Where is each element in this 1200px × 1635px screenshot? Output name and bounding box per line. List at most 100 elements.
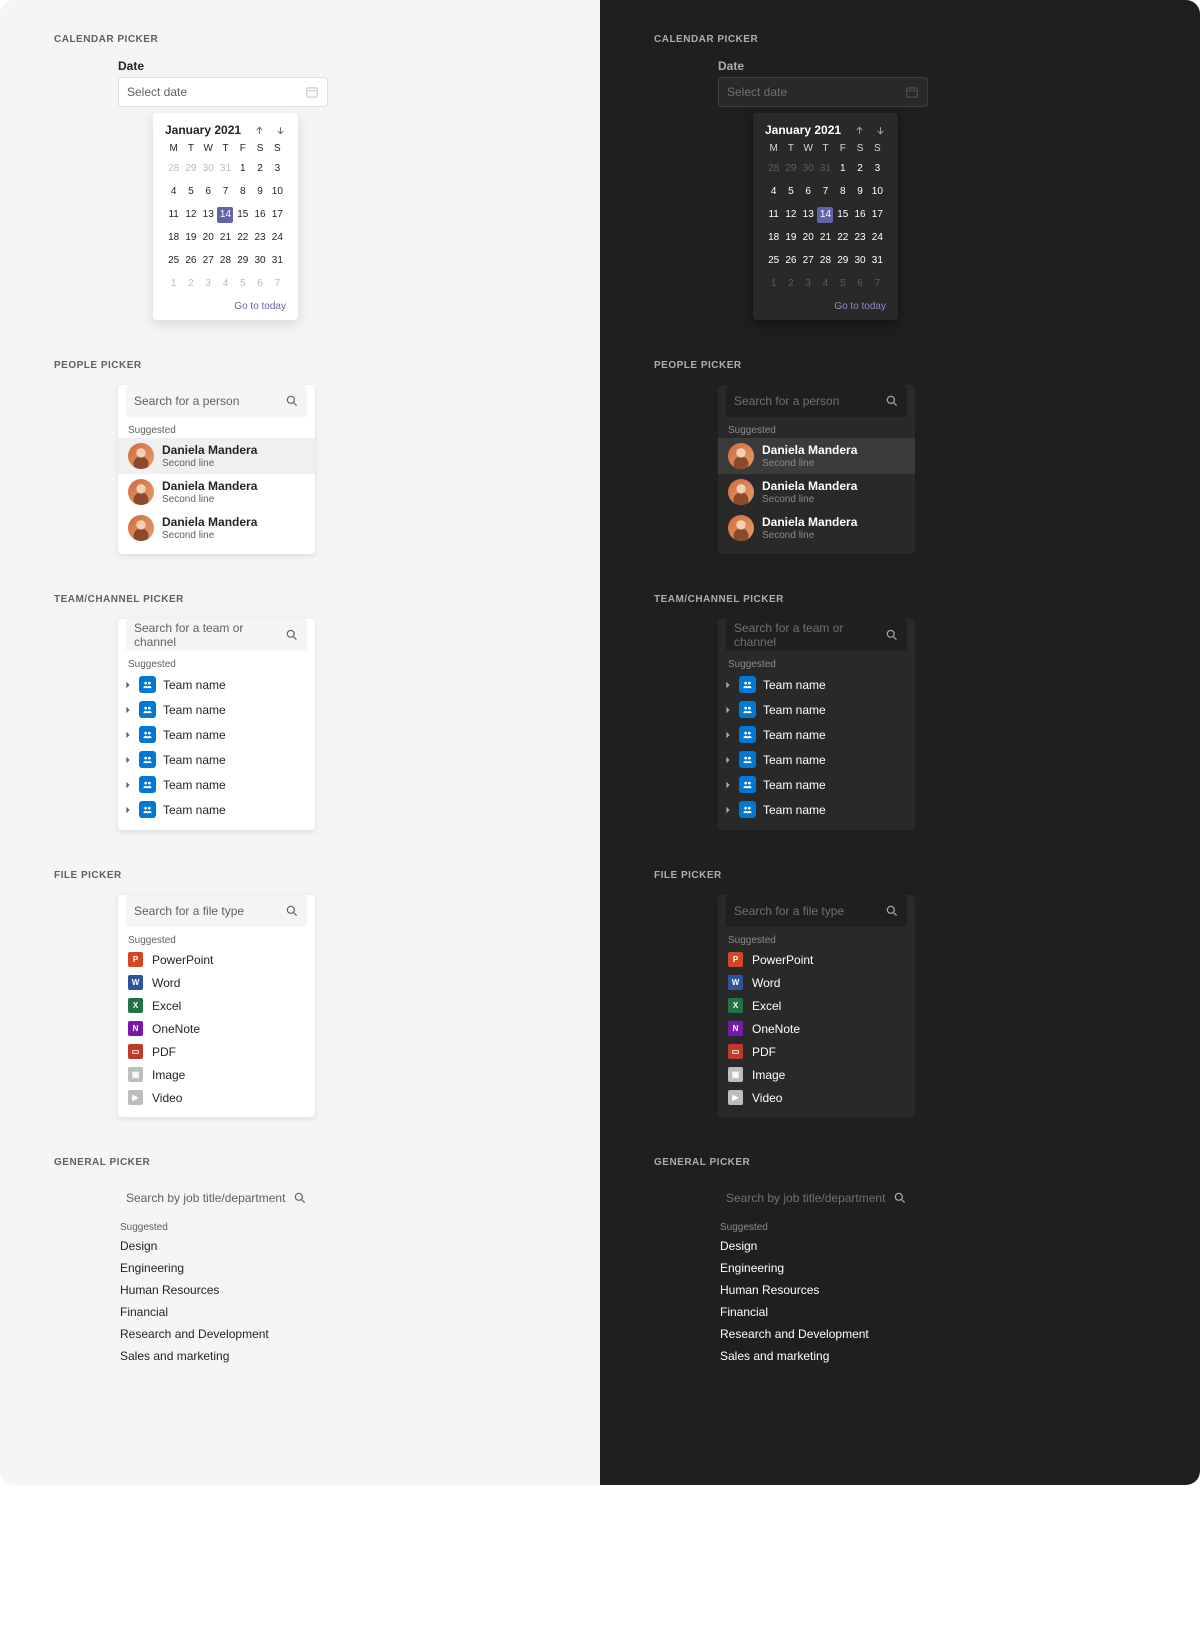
calendar-day[interactable]: 31	[817, 161, 833, 177]
calendar-day[interactable]: 16	[852, 207, 868, 223]
general-item[interactable]: Human Resources	[718, 1279, 915, 1301]
calendar-day[interactable]: 27	[800, 253, 816, 269]
calendar-month[interactable]: January 2021	[165, 123, 241, 137]
calendar-day[interactable]: 2	[183, 276, 199, 292]
person-item[interactable]: Daniela ManderaSecond line	[118, 510, 315, 546]
calendar-day[interactable]: 15	[235, 207, 251, 223]
team-item[interactable]: Team name	[718, 722, 915, 747]
person-item[interactable]: Daniela ManderaSecond line	[718, 510, 915, 546]
person-item[interactable]: Daniela ManderaSecond line	[718, 474, 915, 510]
general-item[interactable]: Design	[718, 1235, 915, 1257]
general-item[interactable]: Sales and marketing	[718, 1345, 915, 1367]
general-item[interactable]: Financial	[718, 1301, 915, 1323]
general-item[interactable]: Sales and marketing	[118, 1345, 315, 1367]
calendar-day[interactable]: 16	[252, 207, 268, 223]
calendar-month[interactable]: January 2021	[765, 123, 841, 137]
calendar-day[interactable]: 20	[800, 230, 816, 246]
calendar-day[interactable]: 26	[783, 253, 799, 269]
calendar-day[interactable]: 30	[252, 253, 268, 269]
calendar-day[interactable]: 28	[817, 253, 833, 269]
calendar-day[interactable]: 25	[166, 253, 182, 269]
calendar-day[interactable]: 12	[783, 207, 799, 223]
calendar-day[interactable]: 4	[817, 276, 833, 292]
date-input[interactable]: Select date	[718, 77, 928, 107]
calendar-day[interactable]: 28	[166, 161, 182, 177]
calendar-day[interactable]: 29	[235, 253, 251, 269]
calendar-day[interactable]: 7	[269, 276, 285, 292]
team-item[interactable]: Team name	[718, 672, 915, 697]
file-type-item[interactable]: ▣Image	[718, 1063, 915, 1086]
calendar-day[interactable]: 28	[217, 253, 233, 269]
team-item[interactable]: Team name	[118, 672, 315, 697]
calendar-day[interactable]: 17	[869, 207, 885, 223]
calendar-day[interactable]: 18	[166, 230, 182, 246]
calendar-day[interactable]: 30	[800, 161, 816, 177]
team-item[interactable]: Team name	[718, 772, 915, 797]
calendar-day[interactable]: 3	[269, 161, 285, 177]
general-item[interactable]: Engineering	[718, 1257, 915, 1279]
file-type-item[interactable]: XExcel	[118, 994, 315, 1017]
calendar-day[interactable]: 1	[166, 276, 182, 292]
calendar-day[interactable]: 2	[852, 161, 868, 177]
calendar-day[interactable]: 7	[869, 276, 885, 292]
calendar-day[interactable]: 28	[766, 161, 782, 177]
file-type-item[interactable]: PPowerPoint	[718, 948, 915, 971]
general-search-input[interactable]: Search by job title/department	[718, 1182, 915, 1214]
calendar-day[interactable]: 23	[252, 230, 268, 246]
arrow-down-icon[interactable]	[875, 125, 886, 136]
calendar-day[interactable]: 18	[766, 230, 782, 246]
team-item[interactable]: Team name	[118, 722, 315, 747]
person-item[interactable]: Daniela ManderaSecond line	[118, 474, 315, 510]
calendar-day[interactable]: 2	[252, 161, 268, 177]
calendar-day[interactable]: 31	[217, 161, 233, 177]
calendar-day[interactable]: 5	[835, 276, 851, 292]
file-type-item[interactable]: WWord	[118, 971, 315, 994]
arrow-down-icon[interactable]	[275, 125, 286, 136]
person-item[interactable]: Daniela ManderaSecond line	[718, 438, 915, 474]
calendar-day[interactable]: 9	[852, 184, 868, 200]
calendar-day[interactable]: 6	[252, 276, 268, 292]
calendar-day[interactable]: 21	[817, 230, 833, 246]
calendar-day[interactable]: 4	[166, 184, 182, 200]
calendar-day[interactable]: 31	[269, 253, 285, 269]
calendar-day[interactable]: 12	[183, 207, 199, 223]
calendar-day[interactable]: 22	[235, 230, 251, 246]
calendar-day[interactable]: 1	[835, 161, 851, 177]
team-item[interactable]: Team name	[118, 697, 315, 722]
team-search-input[interactable]: Search for a team or channel	[126, 619, 307, 651]
file-type-item[interactable]: ▶Video	[718, 1086, 915, 1109]
team-item[interactable]: Team name	[718, 747, 915, 772]
calendar-day[interactable]: 5	[235, 276, 251, 292]
calendar-day[interactable]: 22	[835, 230, 851, 246]
calendar-day[interactable]: 9	[252, 184, 268, 200]
calendar-day[interactable]: 6	[852, 276, 868, 292]
calendar-day[interactable]: 23	[852, 230, 868, 246]
calendar-day[interactable]: 5	[783, 184, 799, 200]
general-item[interactable]: Engineering	[118, 1257, 315, 1279]
general-item[interactable]: Design	[118, 1235, 315, 1257]
calendar-day[interactable]: 17	[269, 207, 285, 223]
calendar-day[interactable]: 4	[217, 276, 233, 292]
calendar-day[interactable]: 29	[835, 253, 851, 269]
arrow-up-icon[interactable]	[254, 125, 265, 136]
calendar-day[interactable]: 4	[766, 184, 782, 200]
people-search-input[interactable]: Search for a person	[726, 385, 907, 417]
team-item[interactable]: Team name	[718, 697, 915, 722]
go-to-today-link[interactable]: Go to today	[234, 301, 286, 312]
calendar-day[interactable]: 7	[217, 184, 233, 200]
calendar-day[interactable]: 20	[200, 230, 216, 246]
file-type-item[interactable]: NOneNote	[118, 1017, 315, 1040]
calendar-day[interactable]: 19	[183, 230, 199, 246]
calendar-day[interactable]: 2	[783, 276, 799, 292]
calendar-day[interactable]: 3	[869, 161, 885, 177]
calendar-day[interactable]: 21	[217, 230, 233, 246]
calendar-day[interactable]: 31	[869, 253, 885, 269]
calendar-day[interactable]: 24	[869, 230, 885, 246]
calendar-day[interactable]: 14	[217, 207, 233, 223]
team-item[interactable]: Team name	[718, 797, 915, 822]
calendar-day[interactable]: 8	[235, 184, 251, 200]
calendar-day[interactable]: 1	[235, 161, 251, 177]
calendar-day[interactable]: 30	[852, 253, 868, 269]
calendar-day[interactable]: 6	[200, 184, 216, 200]
calendar-day[interactable]: 7	[817, 184, 833, 200]
